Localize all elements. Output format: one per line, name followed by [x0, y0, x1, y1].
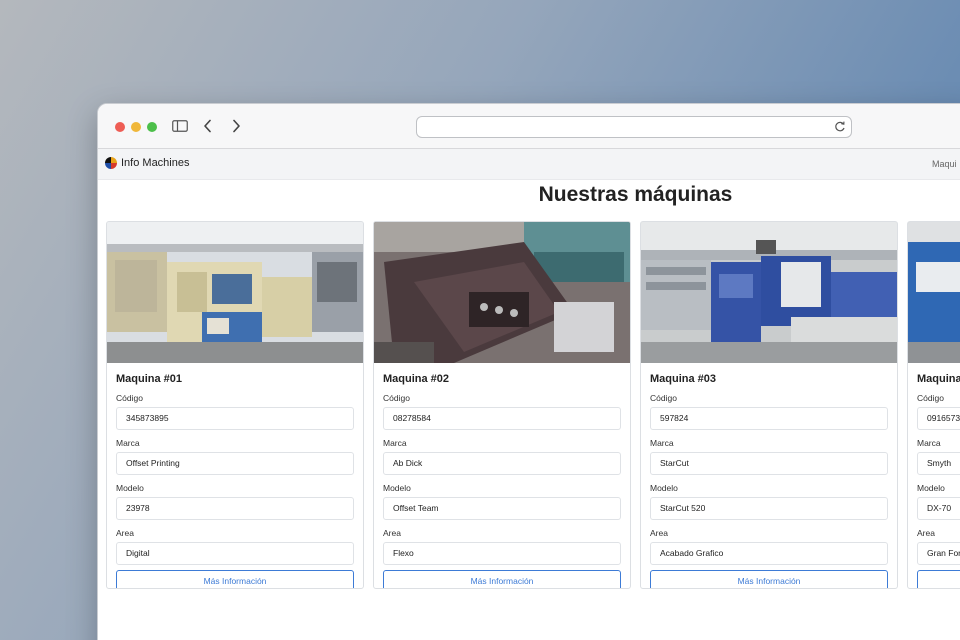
nav-link-maquinas[interactable]: Maqui — [932, 159, 957, 169]
codigo-field[interactable]: 597824 — [650, 407, 888, 430]
more-info-button[interactable]: Más Información — [917, 570, 960, 588]
modelo-label: Modelo — [383, 483, 411, 493]
codigo-label: Código — [650, 393, 677, 403]
modelo-label: Modelo — [650, 483, 678, 493]
area-label: Area — [116, 528, 134, 538]
marca-label: Marca — [650, 438, 674, 448]
modelo-label: Modelo — [116, 483, 144, 493]
codigo-field[interactable]: 08278584 — [383, 407, 621, 430]
codigo-label: Código — [116, 393, 143, 403]
modelo-field[interactable]: 23978 — [116, 497, 354, 520]
marca-field[interactable]: Ab Dick — [383, 452, 621, 475]
zoom-window-button[interactable] — [147, 122, 157, 132]
area-field[interactable]: Flexo — [383, 542, 621, 565]
machine-photo — [107, 222, 363, 363]
codigo-field[interactable]: 0916573 — [917, 407, 960, 430]
modelo-field[interactable]: DX-70 — [917, 497, 960, 520]
minimize-window-button[interactable] — [131, 122, 141, 132]
area-label: Area — [383, 528, 401, 538]
marca-label: Marca — [383, 438, 407, 448]
machine-photo — [641, 222, 897, 363]
machine-card: Maquina #01 Código 345873895 Marca Offse… — [106, 221, 364, 589]
codigo-label: Código — [917, 393, 944, 403]
machine-photo — [374, 222, 630, 363]
area-label: Area — [650, 528, 668, 538]
machine-title: Maquina #01 — [116, 373, 183, 385]
marca-field[interactable]: Smyth — [917, 452, 960, 475]
machine-card: Maquina Código 0916573 Marca Smyth Model… — [907, 221, 960, 589]
sidebar-icon[interactable] — [172, 117, 188, 135]
machine-card: Maquina #03 Código 597824 Marca StarCut … — [640, 221, 898, 589]
area-field[interactable]: Gran For — [917, 542, 960, 565]
brand-name: Info Machines — [121, 157, 190, 169]
modelo-field[interactable]: StarCut 520 — [650, 497, 888, 520]
area-label: Area — [917, 528, 935, 538]
codigo-label: Código — [383, 393, 410, 403]
marca-field[interactable]: Offset Printing — [116, 452, 354, 475]
machine-title: Maquina #02 — [383, 373, 450, 385]
codigo-field[interactable]: 345873895 — [116, 407, 354, 430]
marca-label: Marca — [116, 438, 140, 448]
modelo-label: Modelo — [917, 483, 945, 493]
more-info-button[interactable]: Más Información — [383, 570, 621, 588]
close-window-button[interactable] — [115, 122, 125, 132]
machine-title: Maquina — [917, 373, 960, 385]
back-icon[interactable] — [201, 117, 215, 135]
more-info-button[interactable]: Más Información — [650, 570, 888, 588]
marca-field[interactable]: StarCut — [650, 452, 888, 475]
area-field[interactable]: Digital — [116, 542, 354, 565]
modelo-field[interactable]: Offset Team — [383, 497, 621, 520]
machine-card: Maquina #02 Código 08278584 Marca Ab Dic… — [373, 221, 631, 589]
area-field[interactable]: Acabado Grafico — [650, 542, 888, 565]
marca-label: Marca — [917, 438, 941, 448]
more-info-button[interactable]: Más Información — [116, 570, 354, 588]
browser-window: Info Machines Maqui Nuestras máquinas Ma… — [97, 103, 960, 640]
browser-titlebar — [98, 104, 960, 149]
address-bar[interactable] — [416, 116, 852, 138]
machine-title: Maquina #03 — [650, 373, 717, 385]
site-navbar: Info Machines Maqui — [98, 149, 960, 180]
forward-icon[interactable] — [229, 117, 243, 135]
brand-logo-icon — [105, 157, 117, 169]
brand-link[interactable]: Info Machines — [105, 157, 189, 169]
reload-icon[interactable] — [833, 120, 847, 134]
page-title: Nuestras máquinas — [538, 183, 733, 206]
machine-photo — [908, 222, 960, 363]
